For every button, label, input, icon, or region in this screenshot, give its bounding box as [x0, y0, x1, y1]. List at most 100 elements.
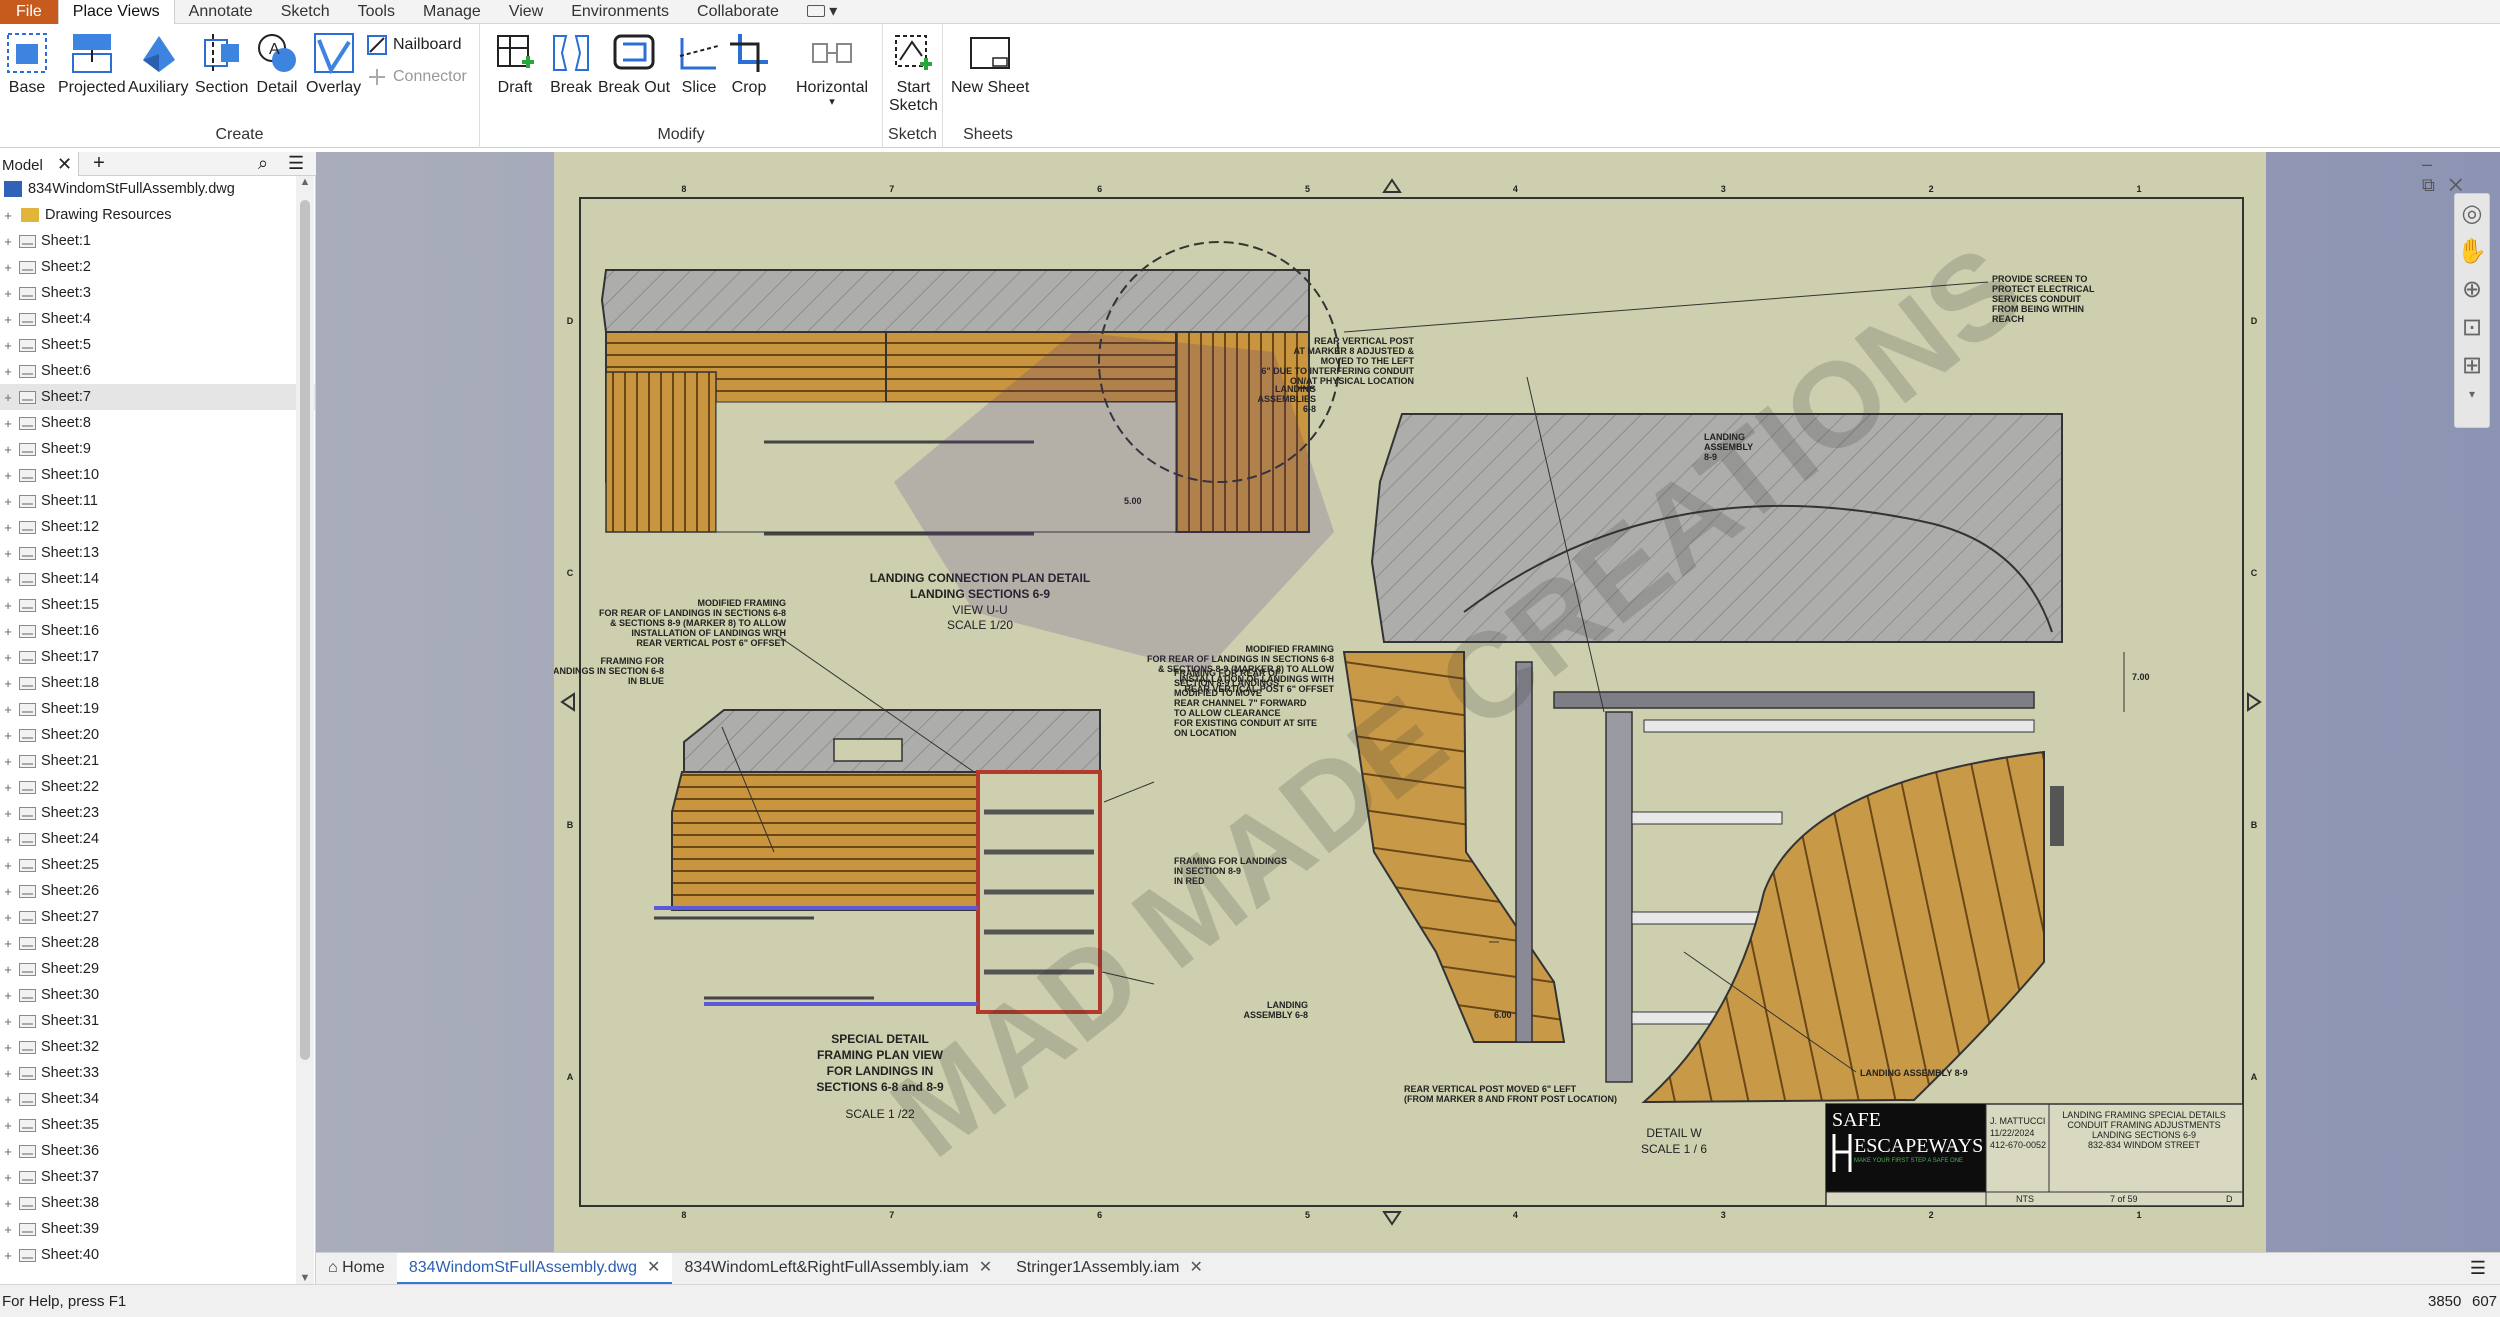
zoom-icon[interactable]: ⊕ — [2455, 270, 2489, 308]
sheet-node[interactable]: + Sheet:1 — [0, 228, 315, 254]
expand-icon[interactable]: + — [3, 1092, 13, 1107]
home-tab[interactable]: ⌂ Home — [316, 1253, 397, 1285]
expand-icon[interactable]: + — [3, 234, 13, 249]
sheet-node[interactable]: + Sheet:33 — [0, 1060, 315, 1086]
expand-icon[interactable]: + — [3, 416, 13, 431]
sheet-node[interactable]: + Sheet:27 — [0, 904, 315, 930]
drawing-resources-node[interactable]: + Drawing Resources — [0, 202, 315, 228]
menu-environments[interactable]: Environments — [557, 0, 683, 24]
sheet-node[interactable]: + Sheet:3 — [0, 280, 315, 306]
browser-tab-model[interactable]: Model ✕ — [0, 151, 80, 176]
sheet-node[interactable]: + Sheet:19 — [0, 696, 315, 722]
break-button[interactable]: Break — [548, 30, 594, 97]
sheet-node[interactable]: + Sheet:15 — [0, 592, 315, 618]
scroll-thumb[interactable] — [300, 200, 310, 1060]
nav-dropdown-icon[interactable]: ▾ — [2455, 384, 2489, 404]
sheet-node[interactable]: + Sheet:25 — [0, 852, 315, 878]
expand-icon[interactable]: + — [3, 962, 13, 977]
menu-icon[interactable]: ☰ — [288, 153, 304, 174]
crop-button[interactable]: Crop — [726, 30, 772, 97]
break-out-button[interactable]: Break Out — [598, 30, 670, 97]
expand-icon[interactable]: + — [3, 884, 13, 899]
sheet-node[interactable]: + Sheet:38 — [0, 1190, 315, 1216]
sheet-node[interactable]: + Sheet:14 — [0, 566, 315, 592]
connector-button[interactable]: Connector — [366, 66, 467, 88]
ribbon-display-dropdown[interactable]: ▾ — [793, 0, 851, 24]
sheet-node[interactable]: + Sheet:5 — [0, 332, 315, 358]
sheet-node[interactable]: + Sheet:40 — [0, 1242, 315, 1268]
sheet-node[interactable]: + Sheet:39 — [0, 1216, 315, 1242]
draft-button[interactable]: Draft — [492, 30, 538, 97]
sheet-node[interactable]: + Sheet:10 — [0, 462, 315, 488]
sheet-node[interactable]: + Sheet:7 — [0, 384, 315, 410]
sheet-node[interactable]: + Sheet:18 — [0, 670, 315, 696]
expand-icon[interactable]: + — [3, 1014, 13, 1029]
sheet-node[interactable]: + Sheet:35 — [0, 1112, 315, 1138]
projected-button[interactable]: Projected — [58, 30, 126, 97]
expand-icon[interactable]: + — [3, 624, 13, 639]
doc-tab-2[interactable]: Stringer1Assembly.iam ✕ — [1004, 1253, 1215, 1285]
new-sheet-button[interactable]: New Sheet — [951, 30, 1029, 97]
horizontal-button[interactable]: Horizontal ▾ — [796, 30, 868, 108]
expand-icon[interactable]: + — [3, 468, 13, 483]
expand-icon[interactable]: + — [3, 1196, 13, 1211]
expand-icon[interactable]: + — [3, 572, 13, 587]
sheet-node[interactable]: + Sheet:11 — [0, 488, 315, 514]
expand-icon[interactable]: + — [3, 676, 13, 691]
sheet-node[interactable]: + Sheet:30 — [0, 982, 315, 1008]
doc-tab-1[interactable]: 834WindomLeft&RightFullAssembly.iam ✕ — [672, 1253, 1004, 1285]
expand-icon[interactable]: + — [3, 1248, 13, 1263]
expand-icon[interactable]: + — [3, 988, 13, 1003]
expand-icon[interactable]: + — [3, 1222, 13, 1237]
sheet-node[interactable]: + Sheet:34 — [0, 1086, 315, 1112]
drawing-sheet[interactable]: 8877665544332211DDCCBBAA LANDING CONNECT… — [554, 152, 2266, 1252]
expand-icon[interactable]: + — [3, 546, 13, 561]
expand-icon[interactable]: + — [3, 494, 13, 509]
search-icon[interactable]: ⌕ — [258, 153, 268, 174]
sheet-node[interactable]: + Sheet:20 — [0, 722, 315, 748]
expand-icon[interactable]: + — [3, 312, 13, 327]
steering-wheel-icon[interactable]: ◎ — [2455, 194, 2489, 232]
expand-icon[interactable]: + — [3, 936, 13, 951]
doc-tab-0[interactable]: 834WindomStFullAssembly.dwg ✕ — [396, 1252, 673, 1285]
expand-icon[interactable]: + — [3, 702, 13, 717]
expand-icon[interactable]: + — [3, 208, 13, 223]
close-icon[interactable]: ✕ — [1189, 1259, 1202, 1276]
expand-icon[interactable]: + — [3, 390, 13, 405]
sheet-node[interactable]: + Sheet:16 — [0, 618, 315, 644]
expand-icon[interactable]: + — [3, 520, 13, 535]
browser-scrollbar[interactable]: ▲ ▼ — [296, 176, 314, 1284]
sheet-node[interactable]: + Sheet:13 — [0, 540, 315, 566]
expand-icon[interactable]: + — [3, 858, 13, 873]
expand-icon[interactable]: + — [3, 338, 13, 353]
expand-icon[interactable]: + — [3, 364, 13, 379]
sheet-node[interactable]: + Sheet:22 — [0, 774, 315, 800]
file-node[interactable]: 834WindomStFullAssembly.dwg — [0, 176, 315, 202]
menu-collaborate[interactable]: Collaborate — [683, 0, 793, 24]
nailboard-button[interactable]: Nailboard — [366, 34, 461, 56]
sheet-node[interactable]: + Sheet:9 — [0, 436, 315, 462]
section-button[interactable]: Section — [195, 30, 248, 97]
sheet-node[interactable]: + Sheet:23 — [0, 800, 315, 826]
detail-button[interactable]: A Detail — [254, 30, 300, 97]
tab-menu-icon[interactable]: ☰ — [2470, 1258, 2486, 1279]
sheet-node[interactable]: + Sheet:32 — [0, 1034, 315, 1060]
expand-icon[interactable]: + — [3, 286, 13, 301]
sheet-node[interactable]: + Sheet:31 — [0, 1008, 315, 1034]
menu-sketch[interactable]: Sketch — [267, 0, 344, 24]
expand-icon[interactable]: + — [3, 260, 13, 275]
expand-icon[interactable]: + — [3, 442, 13, 457]
sheet-node[interactable]: + Sheet:2 — [0, 254, 315, 280]
scroll-down-icon[interactable]: ▼ — [296, 1272, 314, 1284]
close-icon[interactable]: ✕ — [647, 1259, 660, 1276]
expand-icon[interactable]: + — [3, 832, 13, 847]
sheet-node[interactable]: + Sheet:17 — [0, 644, 315, 670]
menu-file[interactable]: File — [0, 0, 58, 24]
expand-icon[interactable]: + — [3, 1144, 13, 1159]
sheet-node[interactable]: + Sheet:28 — [0, 930, 315, 956]
pan-icon[interactable]: ✋ — [2455, 232, 2489, 270]
expand-icon[interactable]: + — [3, 728, 13, 743]
slice-button[interactable]: Slice — [676, 30, 722, 97]
expand-icon[interactable]: + — [3, 1066, 13, 1081]
menu-annotate[interactable]: Annotate — [175, 0, 267, 24]
